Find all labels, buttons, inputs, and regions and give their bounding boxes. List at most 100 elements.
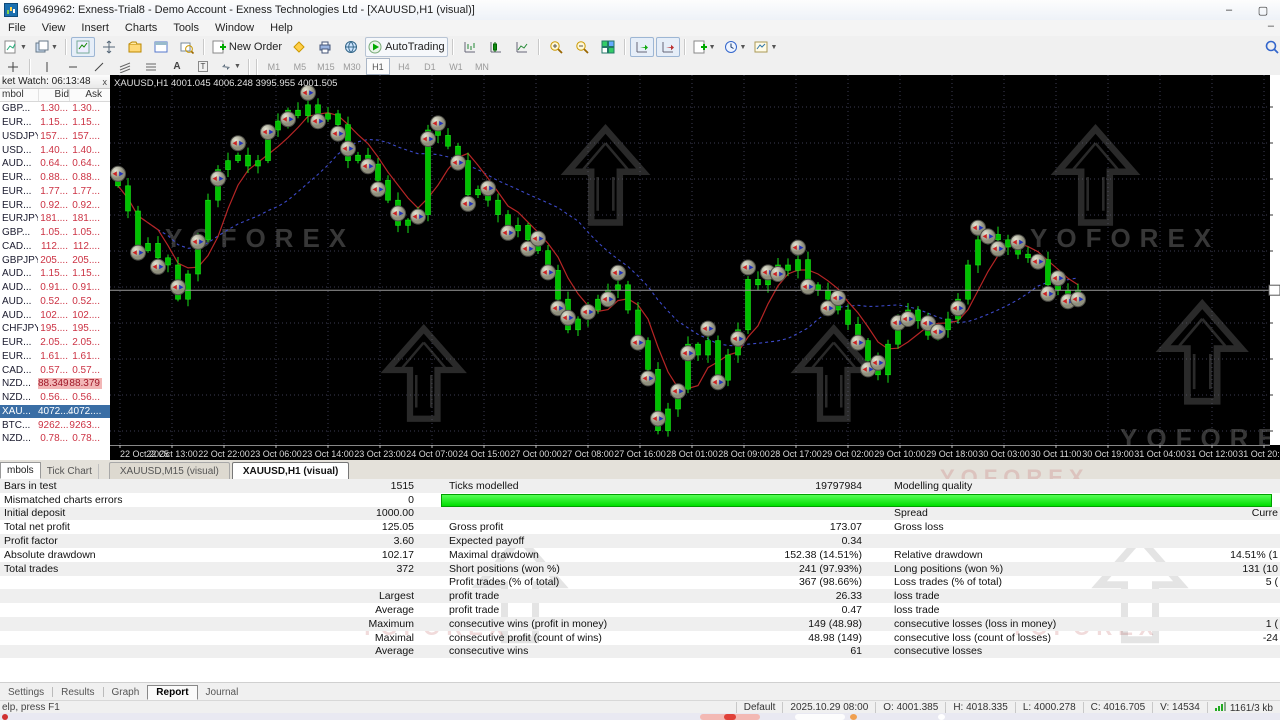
tester-tab-report[interactable]: Report [147, 685, 197, 700]
trendline-button[interactable] [87, 57, 111, 77]
market-watch-row[interactable]: AUD...1.15...1.15... [0, 267, 110, 281]
trade-marker[interactable] [731, 331, 746, 346]
trade-marker[interactable] [191, 234, 206, 249]
trade-marker[interactable] [331, 126, 346, 141]
trade-marker[interactable] [131, 245, 146, 260]
timeframe-w1[interactable]: W1 [444, 58, 468, 75]
market-watch-row[interactable]: CHFJPY195....195.... [0, 322, 110, 336]
templates-button[interactable]: ▼ [751, 37, 780, 57]
market-watch-row[interactable]: USD...1.40...1.40... [0, 143, 110, 157]
trade-marker[interactable] [1011, 235, 1026, 250]
data-window-button[interactable] [97, 37, 121, 57]
market-watch-row[interactable]: CAD...0.57...0.57... [0, 363, 110, 377]
timeframe-mn[interactable]: MN [470, 58, 494, 75]
trade-marker[interactable] [171, 280, 186, 295]
market-watch-row[interactable]: GBP...1.30...1.30... [0, 102, 110, 116]
terminal-button[interactable] [149, 37, 173, 57]
market-watch-row[interactable]: NZD...0.56...0.56... [0, 391, 110, 405]
trade-marker[interactable] [481, 181, 496, 196]
line-chart-button[interactable] [510, 37, 534, 57]
timeframe-m15[interactable]: M15 [314, 58, 338, 75]
chart-tab[interactable]: XAUUSD,H1 (visual) [232, 462, 350, 479]
text-label-button[interactable]: T [191, 57, 215, 77]
market-watch-button[interactable] [71, 37, 95, 57]
timeframe-m1[interactable]: M1 [262, 58, 286, 75]
trade-marker[interactable] [771, 267, 786, 282]
trade-marker[interactable] [741, 260, 756, 275]
market-watch-row[interactable]: EUR...1.15...1.15... [0, 116, 110, 130]
menu-tools[interactable]: Tools [165, 21, 207, 35]
market-watch-row[interactable]: EURJPY181....181.... [0, 212, 110, 226]
maximize-button[interactable]: ▢ [1246, 1, 1280, 19]
trade-marker[interactable] [531, 231, 546, 246]
new-chart-button[interactable]: ▼ [1, 37, 30, 57]
trade-marker[interactable] [341, 141, 356, 156]
minimize-button[interactable]: – [1212, 1, 1246, 19]
new-order-button[interactable]: New Order [209, 37, 285, 57]
market-watch-row[interactable]: CAD...112....112.... [0, 240, 110, 254]
menu-file[interactable]: File [0, 21, 34, 35]
timeframe-m30[interactable]: M30 [340, 58, 364, 75]
market-watch-row[interactable]: GBPJPY205....205.... [0, 253, 110, 267]
market-watch-row[interactable]: XAU...4072....4072.... [0, 405, 110, 419]
trade-marker[interactable] [421, 132, 436, 147]
trade-marker[interactable] [311, 114, 326, 129]
timeframe-h4[interactable]: H4 [392, 58, 416, 75]
tester-tab-results[interactable]: Results [53, 686, 102, 699]
trade-marker[interactable] [931, 324, 946, 339]
taskbar-icon[interactable] [938, 714, 945, 720]
trade-marker[interactable] [641, 371, 656, 386]
column-bid[interactable]: Bid [38, 89, 69, 101]
timeframe-m5[interactable]: M5 [288, 58, 312, 75]
trade-marker[interactable] [541, 265, 556, 280]
autotrading-button[interactable]: AutoTrading [365, 37, 448, 57]
trade-marker[interactable] [611, 265, 626, 280]
trade-marker[interactable] [801, 279, 816, 294]
channels-button[interactable] [139, 57, 163, 77]
zoom-in-button[interactable] [544, 37, 568, 57]
chart-tab[interactable]: XAUUSD,M15 (visual) [109, 462, 230, 479]
market-watch-tab-tick-chart[interactable]: Tick Chart [41, 464, 99, 479]
auto-scroll-button[interactable] [630, 37, 654, 57]
trade-marker[interactable] [501, 225, 516, 240]
trade-marker[interactable] [211, 171, 226, 186]
trade-marker[interactable] [361, 159, 376, 174]
tester-tab-journal[interactable]: Journal [198, 686, 247, 699]
trade-marker[interactable] [411, 209, 426, 224]
trade-marker[interactable] [631, 335, 646, 350]
market-watch-row[interactable]: AUD...0.52...0.52... [0, 295, 110, 309]
trade-marker[interactable] [581, 305, 596, 320]
zoom-out-button[interactable] [570, 37, 594, 57]
trade-marker[interactable] [1071, 292, 1086, 307]
market-watch-row[interactable]: EUR...0.92...0.92... [0, 198, 110, 212]
trade-marker[interactable] [711, 375, 726, 390]
trade-marker[interactable] [951, 301, 966, 316]
trade-marker[interactable] [901, 312, 916, 327]
trade-marker[interactable] [1041, 286, 1056, 301]
news-button[interactable] [339, 37, 363, 57]
column-symbol[interactable]: mbol [0, 89, 38, 101]
market-watch-row[interactable]: EUR...2.05...2.05... [0, 336, 110, 350]
tester-tab-settings[interactable]: Settings [0, 686, 52, 699]
menu-view[interactable]: View [34, 21, 74, 35]
trade-marker[interactable] [431, 116, 446, 131]
timeframe-d1[interactable]: D1 [418, 58, 442, 75]
candlestick-button[interactable] [484, 37, 508, 57]
market-watch-row[interactable]: USDJPY157....157.... [0, 130, 110, 144]
trade-marker[interactable] [601, 292, 616, 307]
market-watch-row[interactable]: EUR...0.88...0.88... [0, 171, 110, 185]
expert-advisors-button[interactable] [287, 37, 311, 57]
trade-marker[interactable] [681, 346, 696, 361]
trade-marker[interactable] [111, 166, 126, 181]
market-watch-row[interactable]: AUD...102....102.... [0, 308, 110, 322]
market-watch-row[interactable]: EUR...1.61...1.61... [0, 350, 110, 364]
vertical-line-button[interactable] [61, 57, 85, 77]
print-button[interactable] [313, 37, 337, 57]
child-minimize-icon[interactable]: – [1268, 20, 1274, 32]
menu-help[interactable]: Help [262, 21, 301, 35]
indicators-button[interactable]: ▼ [690, 37, 719, 57]
profiles-button[interactable]: ▼ [32, 37, 61, 57]
taskbar-icon[interactable] [724, 714, 736, 720]
text-button[interactable]: A [165, 57, 189, 77]
trade-marker[interactable] [991, 241, 1006, 256]
